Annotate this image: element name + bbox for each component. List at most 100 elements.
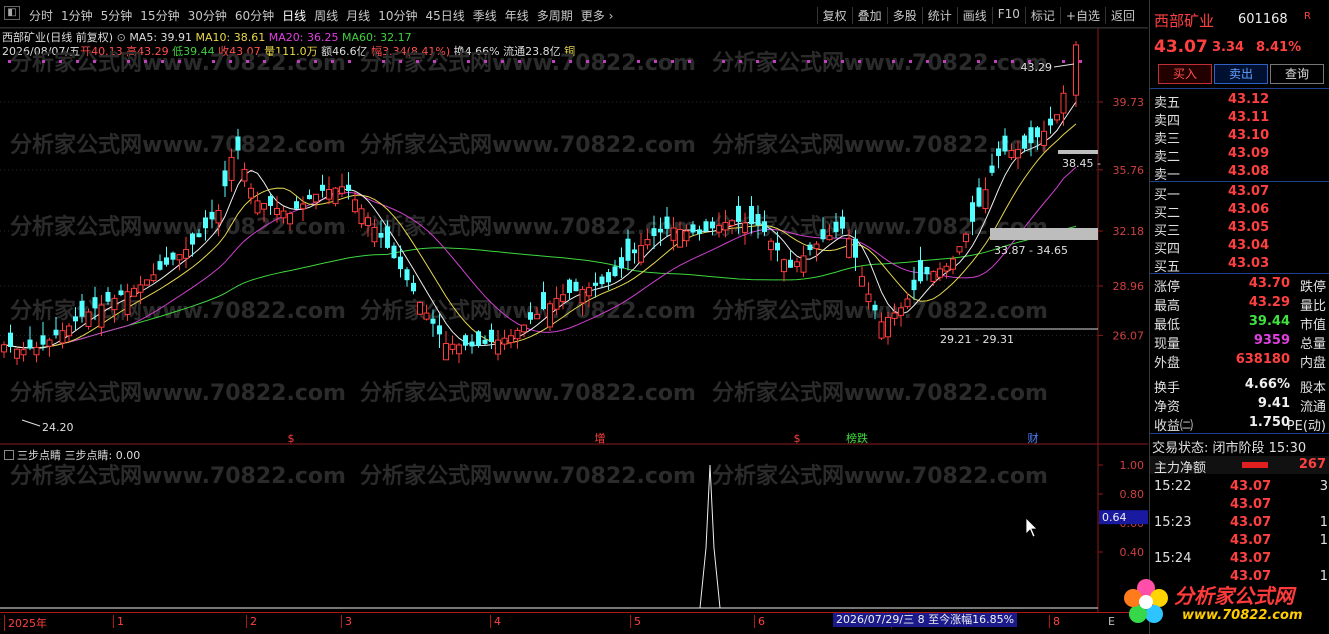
kline-chart[interactable]: 分析家公式网www.70822.com 分析家公式网www.70822.com 分析… [0,28,1148,634]
support-bar [990,228,1098,240]
ask-row[interactable]: 卖四 43.11 [1150,110,1329,129]
query-button[interactable]: 查询 [1270,64,1324,84]
period-tab[interactable]: 60分钟 [232,7,277,24]
signal-dot [93,60,96,63]
stat-value: 9359 [1253,333,1290,348]
watermark-text: 分析家公式网www.70822.com [360,298,696,324]
ask-row[interactable]: 卖二 43.09 [1150,146,1329,165]
price-axis-label: 32.18 [1113,225,1145,238]
period-tab[interactable]: 多周期 [534,7,576,24]
bid-row[interactable]: 买二 43.06 [1150,202,1329,221]
tool-button[interactable]: 返回 [1104,7,1140,24]
stat-label: 最高 [1154,299,1181,314]
tick-price: 43.07 [1230,533,1272,548]
tool-button[interactable]: 叠加 [851,7,887,24]
tool-button[interactable]: 多股 [886,7,922,24]
candle-body-up [300,203,306,210]
candle-body-up [183,249,189,259]
event-mark: $ [794,432,801,445]
period-tab[interactable]: 15分钟 [137,7,182,24]
buy-button[interactable]: 买入 [1158,64,1212,84]
period-tab[interactable]: 5分钟 [98,7,136,24]
candle-body-down [599,276,605,285]
period-tab[interactable]: 周线 [311,7,341,24]
candle-body-down [996,148,1001,156]
candle-body-up [66,325,72,337]
period-tab[interactable]: 日线 [279,7,309,24]
candle-body-up [930,271,937,282]
signal-dot [841,60,844,63]
candle-body-up [254,200,261,214]
tool-button[interactable]: 统计 [921,7,957,24]
bid-row[interactable]: 买一 43.07 [1150,184,1329,203]
candle-body-down [664,216,670,229]
candle-body-down [573,281,579,292]
sell-button[interactable]: 卖出 [1214,64,1268,84]
candle-body-up [85,311,92,327]
candle-body-up [547,303,553,328]
candle-body-down [170,252,176,260]
tool-button[interactable]: 画线 [956,7,992,24]
flow-label: 主力净额 [1154,461,1207,476]
period-tab[interactable]: 季线 [470,7,500,24]
candle-body-up [963,233,969,243]
tool-button[interactable]: +自选 [1059,7,1105,24]
level-label: 卖五 [1154,96,1181,111]
candle-body-down [749,206,754,225]
period-tab[interactable]: 1分钟 [58,7,96,24]
tool-button[interactable]: 标记 [1024,7,1060,24]
signal-dot [977,60,980,63]
candle-body-up [1073,44,1079,96]
signal-dot [484,60,487,63]
candle-body-up [98,304,105,328]
date-tick: 1 [113,615,124,628]
period-tab[interactable]: 分时 [26,7,56,24]
site-logo: 分析家公式网 www.70822.com [1118,574,1329,634]
signal-dot [688,60,691,63]
period-tab[interactable]: 更多 › [578,7,617,24]
candle-body-down [463,335,468,346]
signal-dot [637,60,640,63]
level-label: 买二 [1154,206,1181,221]
tool-button[interactable]: F10 [991,7,1025,24]
signal-dot [263,60,266,63]
watermark-text: 分析家公式网www.70822.com [712,50,1048,76]
candle-body-up [898,307,904,316]
stat-label-2: 流通 [1299,400,1326,415]
bid-row[interactable]: 买三 43.05 [1150,220,1329,239]
ask-row[interactable]: 卖五 43.12 [1150,92,1329,111]
indicator-icon[interactable] [4,450,14,460]
level-price: 43.09 [1228,146,1270,161]
watermark-text: 分析家公式网www.70822.com [10,463,346,489]
logo-name: 分析家公式网 [1174,584,1294,608]
signal-dot [42,60,45,63]
ask-row[interactable]: 卖三 43.10 [1150,128,1329,147]
level-price: 43.10 [1228,128,1270,143]
period-tab[interactable]: 45日线 [422,7,467,24]
period-tab[interactable]: 30分钟 [185,7,230,24]
candle-body-up [1008,149,1015,158]
bid-row[interactable]: 买四 43.04 [1150,238,1329,257]
candle-body-down [541,292,546,310]
period-tab[interactable]: 年线 [502,7,532,24]
stat-value: 39.44 [1248,314,1290,329]
candle-body-up [937,268,943,278]
tool-button[interactable]: 复权 [816,7,852,24]
level-label: 卖三 [1154,132,1181,147]
signal-dot [807,60,810,63]
level-price: 43.11 [1228,110,1270,125]
signal-dot [586,60,589,63]
ask-row[interactable]: 卖一 43.08 [1150,164,1329,183]
stat-label-2: 市值 [1299,318,1326,333]
candle-body-up [716,224,722,233]
period-tab[interactable]: 10分钟 [375,7,420,24]
tick-time: 15:22 [1154,479,1192,494]
signal-dot [858,60,861,63]
signal-dot [178,60,181,63]
bid-row[interactable]: 买五 43.03 [1150,256,1329,275]
range-badge: 2026/07/29/三 8 至今涨幅16.85% [833,613,1018,627]
window-menu-icon[interactable]: ◧ [4,6,20,20]
period-tab[interactable]: 月线 [343,7,373,24]
stat-row: 现量 9359 总量 [1150,333,1329,352]
signal-dot [654,60,657,63]
